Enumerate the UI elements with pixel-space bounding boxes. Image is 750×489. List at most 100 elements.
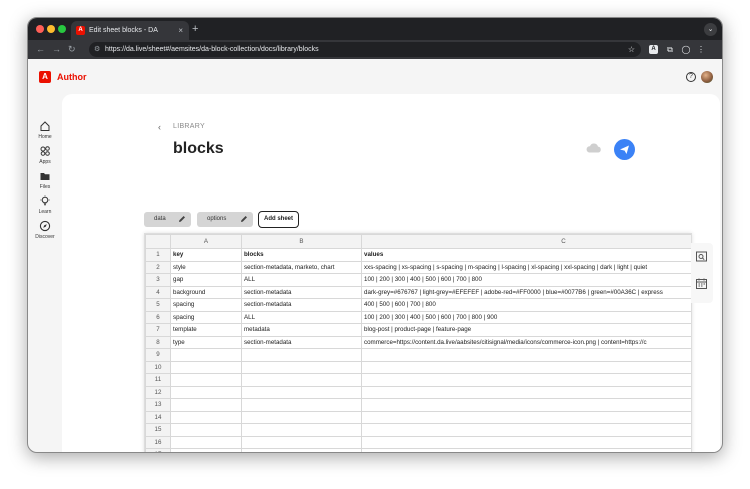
column-header[interactable]: B <box>241 234 362 249</box>
back-arrow-icon[interactable]: ← <box>36 42 45 57</box>
table-cell[interactable]: section-metadata <box>241 285 362 299</box>
table-cell[interactable]: xxs-spacing | xs-spacing | s-spacing | m… <box>361 260 691 274</box>
table-cell[interactable]: blog-post | product-page | feature-page <box>361 323 691 337</box>
corner-cell[interactable] <box>145 234 171 249</box>
add-sheet-button[interactable]: Add sheet <box>258 211 299 228</box>
pencil-icon[interactable] <box>178 215 186 223</box>
avatar[interactable] <box>701 71 713 83</box>
minimize-window-button[interactable] <box>47 25 55 33</box>
profile-icon[interactable]: ◯ <box>680 43 692 56</box>
table-cell[interactable] <box>170 435 242 449</box>
table-cell[interactable]: blocks <box>241 248 362 262</box>
forward-arrow-icon[interactable]: → <box>52 42 61 57</box>
table-cell[interactable] <box>241 360 362 374</box>
table-cell[interactable]: 100 | 200 | 300 | 400 | 500 | 600 | 700 … <box>361 273 691 287</box>
address-bar[interactable]: ⚙ https://da.live/sheet#/aemsites/da-blo… <box>89 42 641 57</box>
reload-icon[interactable]: ↻ <box>68 42 76 57</box>
help-icon[interactable]: ? <box>686 72 696 82</box>
table-cell[interactable] <box>170 348 242 362</box>
row-number[interactable]: 14 <box>145 410 171 424</box>
table-cell[interactable] <box>361 360 691 374</box>
table-cell[interactable] <box>361 435 691 449</box>
zoom-window-button[interactable] <box>58 25 66 33</box>
bookmark-star-icon[interactable]: ☆ <box>628 42 635 57</box>
table-cell[interactable] <box>170 385 242 399</box>
table-cell[interactable]: gap <box>170 273 242 287</box>
table-cell[interactable] <box>361 448 691 452</box>
table-cell[interactable] <box>170 360 242 374</box>
table-cell[interactable] <box>170 423 242 437</box>
nav-item-discover[interactable]: Discover <box>28 220 62 240</box>
tab-search-button[interactable]: ⌄ <box>704 23 717 36</box>
table-cell[interactable] <box>361 423 691 437</box>
table-cell[interactable] <box>241 435 362 449</box>
row-number[interactable]: 9 <box>145 348 171 362</box>
column-header[interactable]: A <box>170 234 242 249</box>
row-number[interactable]: 5 <box>145 298 171 312</box>
table-cell[interactable] <box>170 410 242 424</box>
table-cell[interactable]: commerce=https://content.da.live/aabsite… <box>361 335 691 349</box>
table-cell[interactable] <box>170 398 242 412</box>
row-number[interactable]: 8 <box>145 335 171 349</box>
table-cell[interactable]: dark-grey=#676767 | light-grey=#EFEFEF |… <box>361 285 691 299</box>
table-cell[interactable]: metadata <box>241 323 362 337</box>
table-cell[interactable]: section-metadata <box>241 298 362 312</box>
table-cell[interactable]: type <box>170 335 242 349</box>
row-number[interactable]: 15 <box>145 423 171 437</box>
calendar-icon[interactable] <box>696 278 707 289</box>
nav-item-apps[interactable]: Apps <box>28 145 62 165</box>
table-cell[interactable]: background <box>170 285 242 299</box>
sheet-tab-data[interactable]: data <box>144 212 191 227</box>
browser-menu-icon[interactable]: ⋮ <box>695 43 707 56</box>
table-cell[interactable] <box>241 410 362 424</box>
table-cell[interactable] <box>170 448 242 452</box>
row-number[interactable]: 4 <box>145 285 171 299</box>
table-cell[interactable]: values <box>361 248 691 262</box>
spreadsheet-grid[interactable]: A B C 1 key blocks values 2 style section-metadat… <box>144 233 692 452</box>
row-number[interactable]: 10 <box>145 360 171 374</box>
table-cell[interactable]: ALL <box>241 273 362 287</box>
table-cell[interactable] <box>170 373 242 387</box>
table-cell[interactable] <box>361 348 691 362</box>
preview-search-icon[interactable] <box>696 251 707 262</box>
row-number[interactable]: 11 <box>145 373 171 387</box>
pencil-icon[interactable] <box>240 215 248 223</box>
row-number[interactable]: 6 <box>145 310 171 324</box>
table-cell[interactable] <box>241 373 362 387</box>
table-cell[interactable]: style <box>170 260 242 274</box>
nav-item-learn[interactable]: Learn <box>28 195 62 215</box>
sheet-tab-options[interactable]: options <box>197 212 253 227</box>
back-chevron-icon[interactable]: ‹ <box>158 122 161 132</box>
row-number[interactable]: 3 <box>145 273 171 287</box>
table-cell[interactable] <box>241 448 362 452</box>
table-cell[interactable] <box>361 385 691 399</box>
row-number[interactable]: 12 <box>145 385 171 399</box>
table-cell[interactable] <box>241 385 362 399</box>
row-number[interactable]: 2 <box>145 260 171 274</box>
breadcrumb[interactable]: LIBRARY <box>173 123 205 130</box>
row-number[interactable]: 17 <box>145 448 171 452</box>
table-cell[interactable] <box>361 373 691 387</box>
table-cell[interactable]: spacing <box>170 310 242 324</box>
close-window-button[interactable] <box>36 25 44 33</box>
row-number[interactable]: 13 <box>145 398 171 412</box>
publish-button[interactable] <box>614 139 635 160</box>
row-number[interactable]: 1 <box>145 248 171 262</box>
extension-icon[interactable]: A <box>649 45 658 54</box>
table-cell[interactable]: key <box>170 248 242 262</box>
nav-item-files[interactable]: Files <box>28 170 62 190</box>
table-cell[interactable]: section-metadata <box>241 335 362 349</box>
app-brand[interactable]: Author <box>57 71 87 83</box>
column-header[interactable]: C <box>361 234 691 249</box>
table-cell[interactable] <box>361 398 691 412</box>
new-tab-button[interactable]: + <box>192 21 198 37</box>
row-number[interactable]: 16 <box>145 435 171 449</box>
nav-item-home[interactable]: Home <box>28 120 62 140</box>
row-number[interactable]: 7 <box>145 323 171 337</box>
table-cell[interactable]: 100 | 200 | 300 | 400 | 500 | 600 | 700 … <box>361 310 691 324</box>
table-cell[interactable] <box>241 348 362 362</box>
table-cell[interactable]: ALL <box>241 310 362 324</box>
table-cell[interactable] <box>241 398 362 412</box>
extensions-puzzle-icon[interactable]: ⧉ <box>664 43 676 56</box>
browser-tab[interactable]: A Edit sheet blocks - DA × <box>71 21 189 40</box>
